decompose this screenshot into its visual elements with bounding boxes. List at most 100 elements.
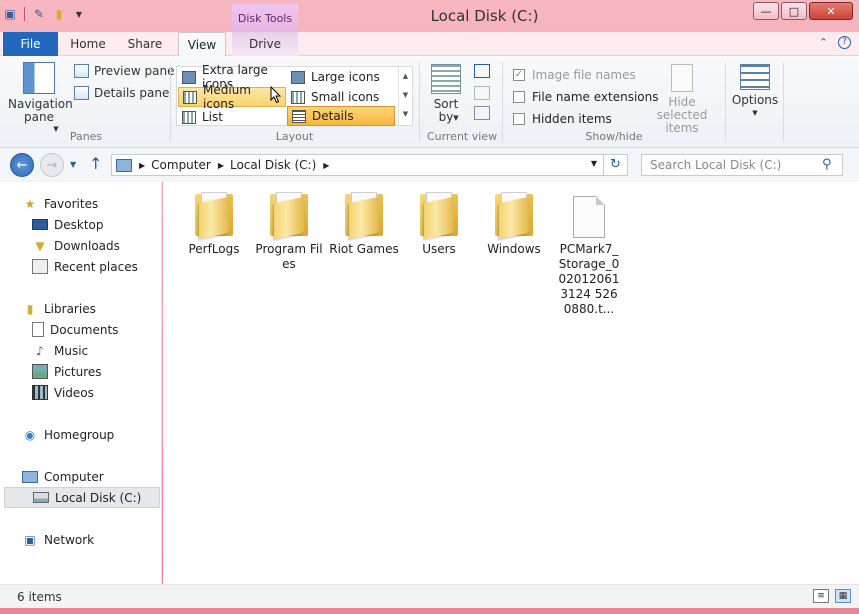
drive-icon bbox=[33, 492, 49, 503]
nav-libraries[interactable]: ▮ Libraries bbox=[0, 298, 160, 319]
options-icon bbox=[740, 64, 770, 90]
details-icon bbox=[292, 109, 306, 123]
gallery-down-icon[interactable]: ▼ bbox=[399, 86, 412, 105]
layout-large-icons[interactable]: Large icons bbox=[287, 67, 395, 87]
nav-desktop[interactable]: Desktop bbox=[0, 214, 160, 235]
forward-button[interactable]: → bbox=[40, 153, 64, 177]
address-dropdown-icon[interactable]: ▼ bbox=[591, 159, 597, 168]
ribbon: Navigation pane ▼ Preview pane Details p… bbox=[0, 56, 859, 148]
gallery-up-icon[interactable]: ▲ bbox=[399, 67, 412, 86]
size-columns-icon[interactable] bbox=[474, 106, 490, 120]
breadcrumb-separator-icon[interactable]: ▶ bbox=[218, 161, 224, 170]
tab-file[interactable]: File bbox=[3, 32, 58, 56]
back-button[interactable]: ← bbox=[10, 153, 34, 177]
add-columns-icon[interactable] bbox=[474, 86, 490, 100]
group-by-icon[interactable] bbox=[474, 64, 490, 78]
tab-view[interactable]: View bbox=[178, 32, 226, 57]
nav-recent-places[interactable]: Recent places bbox=[0, 256, 160, 277]
computer-location-icon bbox=[116, 158, 132, 172]
explorer-icon[interactable]: ▣ bbox=[2, 6, 18, 22]
sort-by-icon bbox=[431, 64, 461, 94]
large-icons-view-icon[interactable]: ▦ bbox=[835, 589, 851, 603]
tab-home[interactable]: Home bbox=[62, 32, 114, 56]
options-button[interactable]: Options ▼ bbox=[728, 64, 782, 120]
file-name-extensions-checkbox[interactable]: File name extensions bbox=[513, 90, 659, 104]
nav-downloads[interactable]: ▼ Downloads bbox=[0, 235, 160, 256]
checkbox-box: ✓ bbox=[513, 69, 525, 81]
nav-favorites[interactable]: ★ Favorites bbox=[0, 193, 160, 214]
nav-network[interactable]: ▣ Network bbox=[0, 529, 160, 550]
help-icon[interactable]: ? bbox=[838, 36, 851, 49]
nav-computer[interactable]: Computer bbox=[0, 466, 160, 487]
item-label: PerfLogs bbox=[188, 242, 240, 256]
layout-list[interactable]: List bbox=[178, 107, 286, 127]
title-bar: ▣ ✎ ▮ ▼ Disk Tools Local Disk (C:) — □ ✕ bbox=[0, 0, 859, 32]
folder-item[interactable]: Program Files bbox=[254, 190, 324, 272]
view-switcher: ≡ ▦ bbox=[813, 589, 851, 603]
breadcrumb-computer[interactable]: Computer bbox=[151, 158, 211, 172]
folder-icon bbox=[491, 190, 537, 240]
file-list: PerfLogs Program Files Riot Games Users … bbox=[163, 182, 859, 584]
details-view-icon[interactable]: ≡ bbox=[813, 589, 829, 603]
extra-large-icons-icon bbox=[182, 70, 196, 84]
close-button[interactable]: ✕ bbox=[809, 2, 853, 20]
item-label: PCMark7_Storage_0020120613124 5260880.t.… bbox=[558, 242, 620, 316]
customize-qat-icon[interactable]: ▼ bbox=[71, 6, 87, 22]
image-file-names-checkbox[interactable]: ✓ Image file names bbox=[513, 68, 636, 82]
show-hide-group: ✓ Image file names File name extensions … bbox=[504, 60, 724, 146]
folder-item[interactable]: Users bbox=[404, 190, 474, 257]
properties-icon[interactable]: ✎ bbox=[31, 6, 47, 22]
homegroup-icon: ◉ bbox=[24, 427, 36, 442]
tab-share[interactable]: Share bbox=[118, 32, 172, 56]
nav-label: Desktop bbox=[54, 217, 104, 232]
folder-item[interactable]: PerfLogs bbox=[179, 190, 249, 257]
folder-item[interactable]: Windows bbox=[479, 190, 549, 257]
recent-locations-icon[interactable]: ▼ bbox=[70, 160, 76, 169]
desktop-icon bbox=[32, 219, 48, 230]
window-title: Local Disk (C:) bbox=[430, 7, 539, 25]
search-input[interactable]: Search Local Disk (C:) bbox=[641, 154, 843, 176]
current-view-group: Sort by ▼ Current view bbox=[422, 60, 502, 146]
minimize-button[interactable]: — bbox=[753, 2, 779, 20]
breadcrumb-local-disk[interactable]: Local Disk (C:) bbox=[230, 158, 316, 172]
show-hide-group-label: Show/hide bbox=[585, 130, 643, 143]
new-folder-icon[interactable]: ▮ bbox=[51, 6, 67, 22]
layout-group: Extra large icons Large icons Medium ico… bbox=[0, 60, 420, 146]
recent-places-icon bbox=[32, 259, 48, 274]
address-bar[interactable]: ▶ Computer ▶ Local Disk (C:) ▶ ▼ bbox=[111, 154, 604, 176]
folder-item[interactable]: Riot Games bbox=[329, 190, 399, 257]
current-view-group-label: Current view bbox=[426, 130, 498, 143]
group-divider bbox=[419, 62, 420, 142]
refresh-button[interactable]: ↻ bbox=[604, 154, 628, 176]
nav-music[interactable]: ♪ Music bbox=[0, 340, 160, 361]
layout-details[interactable]: Details bbox=[287, 106, 395, 126]
layout-group-label: Layout bbox=[275, 130, 314, 143]
up-arrow-icon[interactable]: ↑ bbox=[89, 154, 102, 173]
nav-local-disk[interactable]: Local Disk (C:) bbox=[4, 487, 160, 508]
breadcrumb-separator-icon[interactable]: ▶ bbox=[323, 161, 329, 170]
nav-homegroup[interactable]: ◉ Homegroup bbox=[0, 424, 160, 445]
group-divider bbox=[783, 62, 784, 142]
layout-option-label: Large icons bbox=[311, 70, 380, 84]
file-item[interactable]: PCMark7_Storage_0020120613124 5260880.t.… bbox=[554, 190, 624, 317]
nav-pictures[interactable]: Pictures bbox=[0, 361, 160, 382]
maximize-button[interactable]: □ bbox=[781, 2, 807, 20]
gallery-more-icon[interactable]: ▼ bbox=[399, 105, 412, 124]
nav-label: Videos bbox=[54, 385, 94, 400]
tab-drive[interactable]: Drive bbox=[232, 32, 298, 56]
search-icon[interactable]: ⚲ bbox=[822, 157, 832, 172]
nav-videos[interactable]: Videos bbox=[0, 382, 160, 403]
nav-label: Homegroup bbox=[44, 427, 115, 442]
hidden-items-checkbox[interactable]: Hidden items bbox=[513, 112, 612, 126]
checkbox-box bbox=[513, 113, 525, 125]
minimize-ribbon-icon[interactable]: ⌃ bbox=[819, 36, 828, 49]
navigation-pane: ★ Favorites Desktop ▼ Downloads Recent p… bbox=[0, 182, 162, 584]
group-divider bbox=[502, 62, 503, 142]
documents-icon bbox=[32, 322, 44, 337]
breadcrumb-separator-icon[interactable]: ▶ bbox=[139, 161, 145, 170]
layout-gallery-scroll[interactable]: ▲ ▼ ▼ bbox=[398, 67, 412, 125]
sort-by-button[interactable]: Sort by ▼ bbox=[428, 64, 464, 125]
nav-documents[interactable]: Documents bbox=[0, 319, 160, 340]
layout-small-icons[interactable]: Small icons bbox=[287, 87, 395, 107]
hide-selected-items-button[interactable]: Hide selected items bbox=[644, 64, 720, 135]
